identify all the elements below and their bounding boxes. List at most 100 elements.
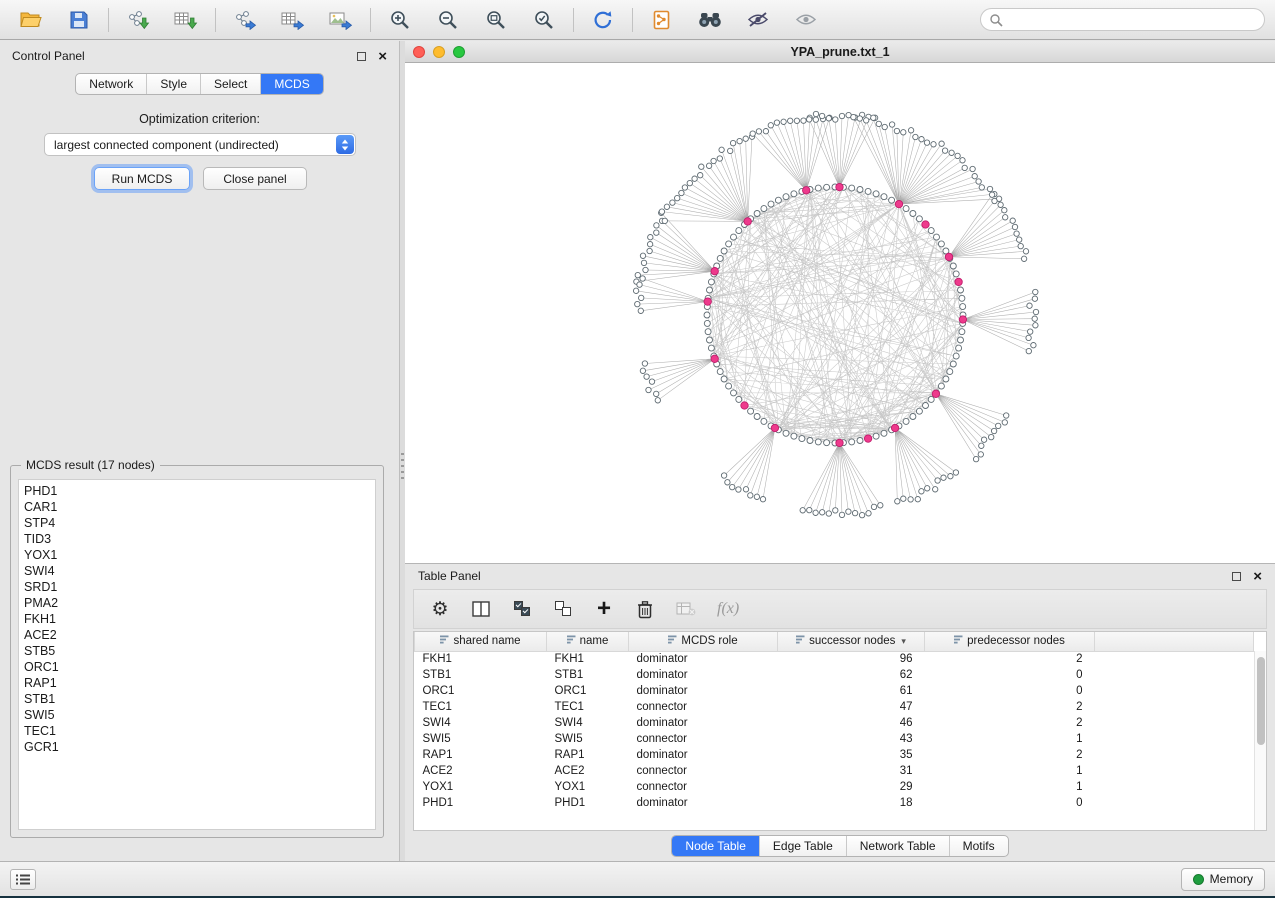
float-panel-icon[interactable] xyxy=(357,52,366,61)
mcds-result-list: PHD1CAR1STP4TID3YOX1SWI4SRD1PMA2FKH1ACE2… xyxy=(18,479,376,830)
refresh-layout-button[interactable] xyxy=(582,4,624,36)
mcds-result-item[interactable]: PHD1 xyxy=(19,483,375,499)
mcds-result-item[interactable]: YOX1 xyxy=(19,547,375,563)
mcds-result-item[interactable]: TEC1 xyxy=(19,723,375,739)
mcds-result-item[interactable]: SRD1 xyxy=(19,579,375,595)
mcds-result-item[interactable]: PMA2 xyxy=(19,595,375,611)
mcds-result-item[interactable]: SWI4 xyxy=(19,563,375,579)
table-cell: FKH1 xyxy=(547,651,629,667)
toolbar-separator xyxy=(215,8,216,32)
column-header-predecessor-nodes[interactable]: predecessor nodes xyxy=(925,632,1095,651)
zoom-fit-icon xyxy=(486,10,506,30)
export-network-button[interactable] xyxy=(224,4,266,36)
clipboard-network-button[interactable] xyxy=(641,4,683,36)
add-column-button[interactable]: + xyxy=(594,599,614,618)
close-table-panel-icon[interactable]: × xyxy=(1253,572,1262,581)
list-icon xyxy=(16,874,30,885)
zoom-in-button[interactable] xyxy=(379,4,421,36)
table-settings-button[interactable]: ⚙ xyxy=(430,600,450,619)
column-header-successor-nodes[interactable]: successor nodes▾ xyxy=(778,632,925,651)
tab-select[interactable]: Select xyxy=(200,74,260,94)
network-canvas[interactable] xyxy=(405,63,1275,563)
close-panel-button[interactable]: Close panel xyxy=(203,167,307,190)
window-close-button[interactable] xyxy=(413,46,425,58)
import-network-button[interactable] xyxy=(117,4,159,36)
window-minimize-button[interactable] xyxy=(433,46,445,58)
tab-node-table[interactable]: Node Table xyxy=(672,836,759,856)
show-graphics-button[interactable] xyxy=(785,4,827,36)
mcds-result-item[interactable]: CAR1 xyxy=(19,499,375,515)
table-row[interactable]: SWI5SWI5connector431 xyxy=(415,731,1254,747)
column-header-shared-name[interactable]: shared name xyxy=(415,632,547,651)
mcds-result-item[interactable]: FKH1 xyxy=(19,611,375,627)
mcds-result-title: MCDS result (17 nodes) xyxy=(21,458,160,472)
column-header-name[interactable]: name xyxy=(547,632,629,651)
run-mcds-button[interactable]: Run MCDS xyxy=(94,167,190,190)
table-cell: connector xyxy=(629,763,778,779)
table-cell: ORC1 xyxy=(415,683,547,699)
table-cell: 0 xyxy=(925,667,1095,683)
export-table-button[interactable] xyxy=(272,4,314,36)
table-row[interactable]: PHD1PHD1dominator180 xyxy=(415,795,1254,811)
task-history-button[interactable] xyxy=(10,869,36,890)
column-type-icon xyxy=(567,635,576,644)
zoom-selected-button[interactable] xyxy=(523,4,565,36)
table-cell: TEC1 xyxy=(415,699,547,715)
checked-boxes-icon xyxy=(514,601,531,617)
network-graph[interactable] xyxy=(405,63,1275,563)
table-row[interactable]: ACE2ACE2connector311 xyxy=(415,763,1254,779)
table-row[interactable]: TEC1TEC1connector472 xyxy=(415,699,1254,715)
delete-column-button[interactable] xyxy=(635,600,655,619)
tab-network[interactable]: Network xyxy=(76,74,146,94)
mcds-result-item[interactable]: STP4 xyxy=(19,515,375,531)
column-header-empty xyxy=(1095,632,1254,651)
open-file-button[interactable] xyxy=(10,4,52,36)
zoom-fit-button[interactable] xyxy=(475,4,517,36)
table-row[interactable]: FKH1FKH1dominator962 xyxy=(415,651,1254,667)
mcds-result-item[interactable]: SWI5 xyxy=(19,707,375,723)
show-columns-button[interactable] xyxy=(471,601,491,617)
criterion-select[interactable]: largest connected component (undirected) xyxy=(44,133,356,156)
table-scrollbar[interactable] xyxy=(1254,651,1266,830)
mcds-result-item[interactable]: ORC1 xyxy=(19,659,375,675)
table-scrollbar-thumb[interactable] xyxy=(1257,657,1265,745)
table-panel-title: Table Panel xyxy=(418,569,481,583)
hide-annotations-button[interactable] xyxy=(737,4,779,36)
tab-style[interactable]: Style xyxy=(146,74,200,94)
table-cell: dominator xyxy=(629,683,778,699)
table-panel: Table Panel × ⚙ + f(x) xyxy=(405,563,1275,861)
table-row[interactable]: STB1STB1dominator620 xyxy=(415,667,1254,683)
mcds-result-item[interactable]: STB1 xyxy=(19,691,375,707)
column-header-mcds-role[interactable]: MCDS role xyxy=(629,632,778,651)
import-table-button[interactable] xyxy=(165,4,207,36)
tab-edge-table[interactable]: Edge Table xyxy=(759,836,846,856)
mcds-result-item[interactable]: ACE2 xyxy=(19,627,375,643)
select-all-columns-button[interactable] xyxy=(512,601,532,617)
search-input[interactable] xyxy=(1008,13,1256,27)
mcds-result-item[interactable]: TID3 xyxy=(19,531,375,547)
tab-network-table[interactable]: Network Table xyxy=(846,836,949,856)
table-cell xyxy=(1095,699,1254,715)
table-cell: 1 xyxy=(925,731,1095,747)
global-search-field[interactable] xyxy=(980,8,1265,31)
table-cell xyxy=(1095,715,1254,731)
table-row[interactable]: ORC1ORC1dominator610 xyxy=(415,683,1254,699)
mcds-result-item[interactable]: STB5 xyxy=(19,643,375,659)
close-panel-icon[interactable]: × xyxy=(378,52,387,61)
optimization-criterion-label: Optimization criterion: xyxy=(0,112,399,126)
memory-button[interactable]: Memory xyxy=(1181,868,1265,891)
table-row[interactable]: SWI4SWI4dominator462 xyxy=(415,715,1254,731)
zoom-out-button[interactable] xyxy=(427,4,469,36)
mcds-result-item[interactable]: RAP1 xyxy=(19,675,375,691)
save-session-button[interactable] xyxy=(58,4,100,36)
window-zoom-button[interactable] xyxy=(453,46,465,58)
search-network-button[interactable] xyxy=(689,4,731,36)
export-image-button[interactable] xyxy=(320,4,362,36)
table-row[interactable]: YOX1YOX1connector291 xyxy=(415,779,1254,795)
float-table-panel-icon[interactable] xyxy=(1232,572,1241,581)
deselect-all-columns-button[interactable] xyxy=(553,601,573,617)
table-row[interactable]: RAP1RAP1dominator352 xyxy=(415,747,1254,763)
mcds-result-item[interactable]: GCR1 xyxy=(19,739,375,755)
tab-motifs[interactable]: Motifs xyxy=(949,836,1008,856)
tab-mcds[interactable]: MCDS xyxy=(260,74,322,94)
